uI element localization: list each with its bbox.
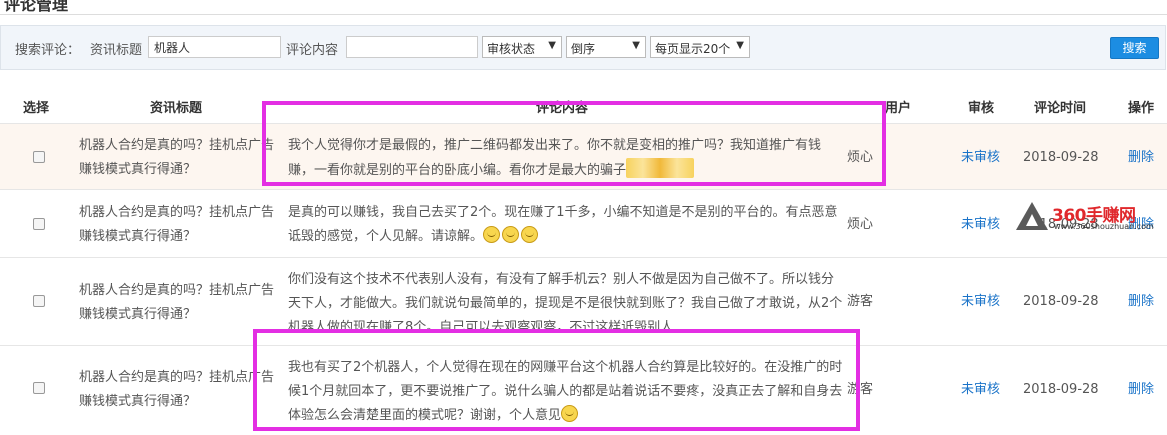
title-filter-label: 资讯标题 <box>90 43 143 58</box>
row-audit-status[interactable]: 未审核 <box>961 378 1000 402</box>
row-delete-link[interactable]: 删除 <box>1128 378 1154 402</box>
table-row: 机器人合约是真的吗？挂机点广告赚钱模式真行得通？ 我也有买了2个机器人，个人觉得… <box>0 345 1167 435</box>
content-filter-label: 评论内容 <box>286 43 339 58</box>
row-content-text: 是真的可以赚钱，我自己去买了2个。现在赚了1千多，小编不知道是不是别的平台的。有… <box>288 205 838 244</box>
row-content: 我也有买了2个机器人，个人觉得在现在的网赚平台这个机器人合约算是比较好的。在没推… <box>288 356 843 428</box>
row-content: 是真的可以赚钱，我自己去买了2个。现在赚了1千多，小编不知道是不是别的平台的。有… <box>288 201 843 249</box>
smile-emoji-icon <box>521 226 539 243</box>
row-user: 游客 <box>847 294 874 309</box>
title-filter-input[interactable] <box>148 36 281 58</box>
fire-emoji-icon <box>626 158 695 178</box>
header-action: 操作 <box>1128 101 1155 116</box>
row-time: 2018-09-28 <box>1023 382 1099 397</box>
content-filter-input[interactable] <box>346 36 478 58</box>
header-select: 选择 <box>23 101 50 116</box>
row-checkbox[interactable] <box>33 295 45 307</box>
row-checkbox[interactable] <box>33 151 45 163</box>
row-time: 2018-09-28 <box>1023 150 1099 165</box>
row-title[interactable]: 机器人合约是真的吗？挂机点广告赚钱模式真行得通？ <box>79 279 284 327</box>
watermark-logo-inner <box>1026 214 1038 226</box>
row-delete-link[interactable]: 删除 <box>1128 146 1154 170</box>
title-divider <box>0 14 1167 15</box>
header-audit: 审核 <box>968 101 995 116</box>
row-audit-status[interactable]: 未审核 <box>961 213 1000 237</box>
search-button[interactable]: 搜索 <box>1110 37 1159 59</box>
row-user: 烦心 <box>847 217 874 232</box>
order-select[interactable]: 倒序 ▼ <box>566 36 646 58</box>
row-content: 你们没有这个技术不代表别人没有，有没有了解手机云？别人不做是因为自己做不了。所以… <box>288 272 843 334</box>
row-content: 我个人觉得你才是最假的，推广二维码都发出来了。你不就是变相的推广吗？我知道推广有… <box>288 134 843 183</box>
header-content: 评论内容 <box>536 101 589 116</box>
row-checkbox[interactable] <box>33 382 45 394</box>
header-title: 资讯标题 <box>150 101 203 116</box>
row-user: 游客 <box>847 382 874 397</box>
row-audit-status[interactable]: 未审核 <box>961 290 1000 314</box>
dropdown-arrow-icon: ▼ <box>632 40 640 51</box>
table-row: 机器人合约是真的吗？挂机点广告赚钱模式真行得通？ 你们没有这个技术不代表别人没有… <box>0 257 1167 346</box>
status-select-value: 审核状态 <box>487 42 536 56</box>
search-label: 搜索评论： <box>15 43 81 58</box>
per-page-select-value: 每页显示20个 <box>655 42 731 56</box>
watermark: 360手赚网 www.360shouzhuan.com <box>1016 200 1161 236</box>
per-page-select[interactable]: 每页显示20个 ▼ <box>650 36 750 58</box>
dropdown-arrow-icon: ▼ <box>548 40 556 51</box>
row-content-text: 我个人觉得你才是最假的，推广二维码都发出来了。你不就是变相的推广吗？我知道推广有… <box>288 138 822 178</box>
row-title[interactable]: 机器人合约是真的吗？挂机点广告赚钱模式真行得通？ <box>79 134 284 182</box>
row-audit-status[interactable]: 未审核 <box>961 146 1000 170</box>
header-user: 用户 <box>885 101 912 116</box>
search-bar: 搜索评论： 资讯标题 评论内容 审核状态 ▼ 倒序 ▼ 每页显示20个 ▼ 搜索 <box>0 25 1166 70</box>
header-time: 评论时间 <box>1034 101 1087 116</box>
smile-emoji-icon <box>502 226 520 243</box>
row-checkbox[interactable] <box>33 218 45 230</box>
watermark-url: www.360shouzhuan.com <box>1054 222 1154 231</box>
row-delete-link[interactable]: 删除 <box>1128 290 1154 314</box>
dropdown-arrow-icon: ▼ <box>736 40 744 51</box>
status-select[interactable]: 审核状态 ▼ <box>482 36 562 58</box>
table-row: 机器人合约是真的吗？挂机点广告赚钱模式真行得通？ 是真的可以赚钱，我自己去买了2… <box>0 189 1167 258</box>
order-select-value: 倒序 <box>571 42 596 56</box>
table-row: 机器人合约是真的吗？挂机点广告赚钱模式真行得通？ 我个人觉得你才是最假的，推广二… <box>0 123 1167 190</box>
smile-emoji-icon <box>483 226 501 243</box>
row-user: 烦心 <box>847 150 874 165</box>
row-time: 2018-09-28 <box>1023 294 1099 309</box>
row-title[interactable]: 机器人合约是真的吗？挂机点广告赚钱模式真行得通？ <box>79 201 284 249</box>
smile-emoji-icon <box>561 405 579 422</box>
page-title: 评论管理 <box>4 0 69 14</box>
row-title[interactable]: 机器人合约是真的吗？挂机点广告赚钱模式真行得通？ <box>79 366 284 414</box>
